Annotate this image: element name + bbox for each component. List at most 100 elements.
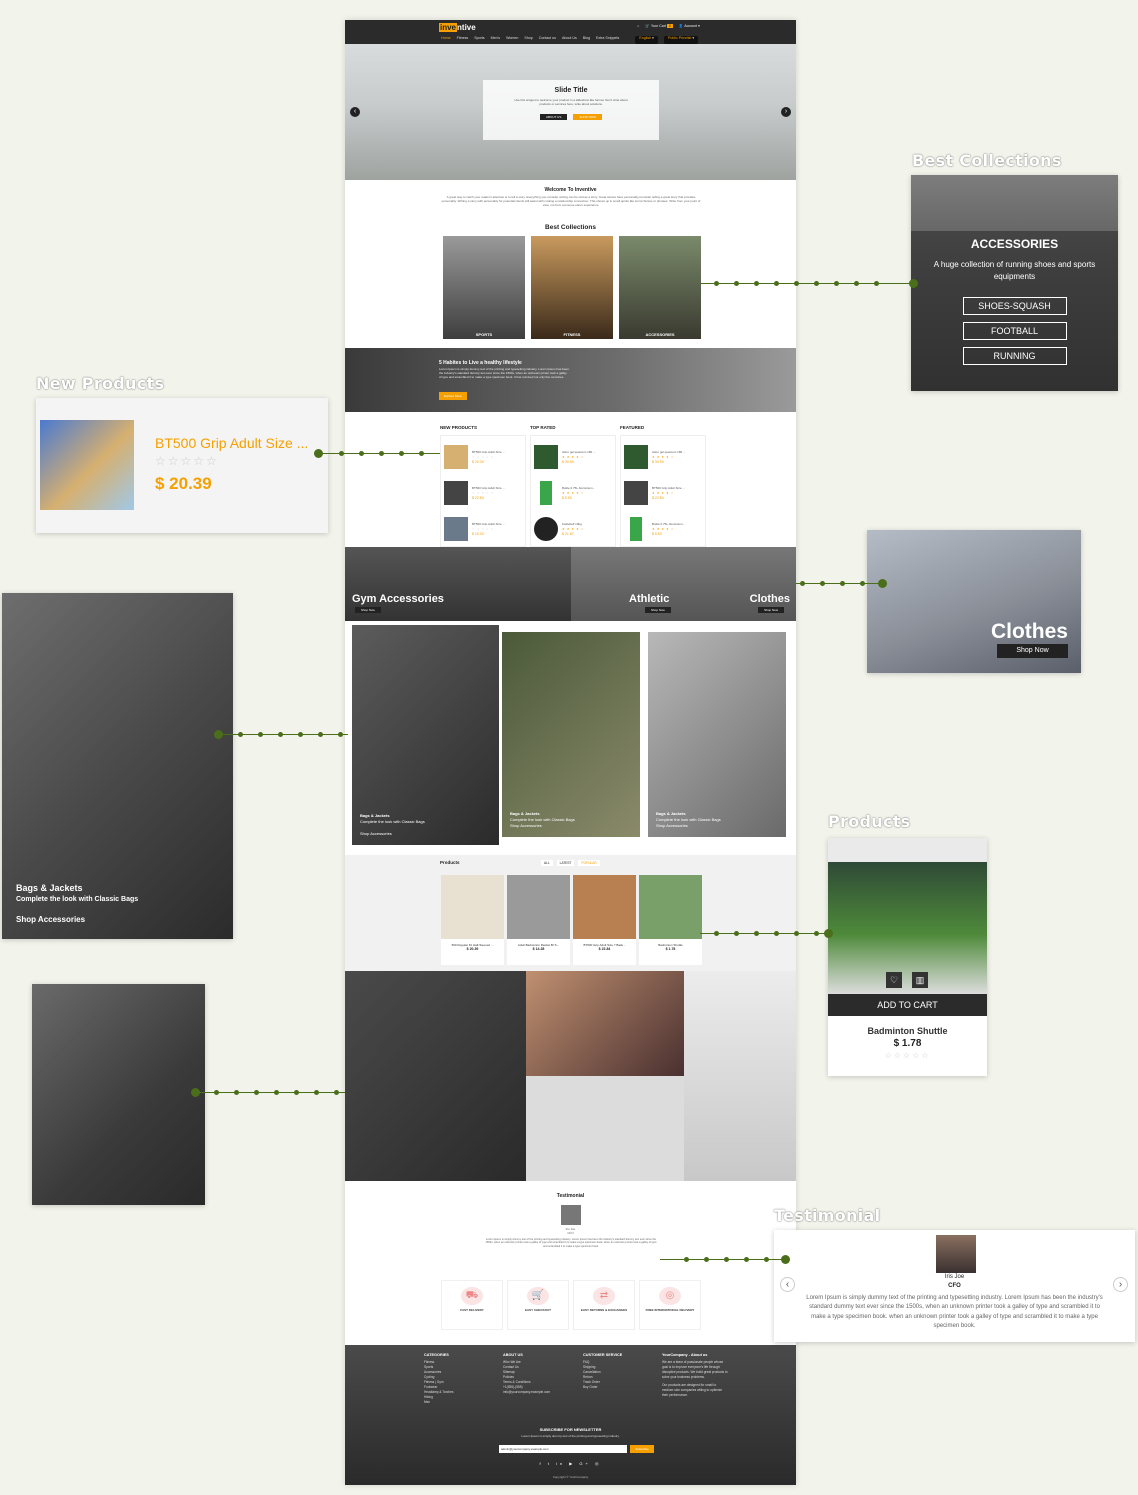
subscribe-button[interactable]: Subscribe — [630, 1445, 654, 1453]
avatar — [936, 1235, 976, 1273]
slide-text: Use this snippet to welcome your product… — [514, 98, 628, 106]
feature-returns: ⇄ EASY RETURNS & EXCHANGES — [573, 1280, 635, 1330]
product-image[interactable] — [40, 420, 134, 510]
nav-item[interactable]: Men's — [491, 36, 500, 44]
new-products-list: NEW PRODUCTS BT500 Grip Adult Size ... ☆☆… — [440, 425, 526, 547]
bags-subtitle: Complete the look with Classic Bags — [16, 896, 139, 903]
clothes-title: Clothes — [990, 620, 1068, 643]
running-button[interactable]: RUNNING — [962, 347, 1067, 365]
explore-more-button[interactable]: Explore More — [439, 392, 467, 400]
callout-clothes[interactable]: Clothes Shop Now — [867, 530, 1081, 673]
header-actions: ⌕ 🛒 Your Cart 0 👤 Account ▾ — [637, 24, 700, 28]
connector-line — [796, 583, 881, 584]
list-item[interactable]: BT500 Grip Adult Size ... ☆☆☆☆☆ $ 15.30 — [444, 511, 522, 547]
newsletter-email-input[interactable]: admin@yourcompany.example.com — [499, 1445, 627, 1453]
nav-item[interactable]: Sports — [474, 36, 484, 44]
list-item[interactable]: Bottle 0.75L Aluminium... ★★★★☆ $ 5.53 — [534, 475, 612, 511]
category-gym-accessories[interactable]: Gym Accessories Shop Now — [345, 547, 571, 621]
list-item[interactable]: Astro gel quantum 180 ... ★★★★☆ $ 30.59 — [534, 439, 612, 475]
slide-title: Slide Title — [554, 87, 588, 94]
list-item[interactable]: Bottle 0.75L Aluminium... ★★★★☆ $ 5.53 — [624, 511, 702, 547]
pricelist-select[interactable]: Public Pricelist ▾ — [663, 36, 699, 44]
connector-line — [700, 933, 830, 934]
testimonial-text: Lorem Ipsum is simply dummy text of the … — [806, 1295, 1103, 1330]
nav-item[interactable]: About Us — [562, 36, 577, 44]
list-item[interactable]: Astro gel quantum 180 ... ★★★★☆ $ 30.59 — [624, 439, 702, 475]
product-name[interactable]: BT500 Grip Adult Size ... — [155, 435, 308, 451]
nav-item[interactable]: Women — [506, 36, 518, 44]
welcome-title: Welcome To Inventive — [544, 187, 597, 193]
collage-image — [345, 971, 526, 1181]
callout-bags[interactable]: Bags & Jackets Complete the look with Cl… — [2, 593, 233, 939]
shoes-squash-button[interactable]: SHOES-SQUASH — [962, 297, 1067, 315]
rating-stars: ☆☆☆☆☆ — [884, 1051, 931, 1060]
add-to-cart-button[interactable]: ADD TO CART — [828, 994, 987, 1016]
product-card[interactable]: BT500 Grip Adult Size 7 Bask... $ 22.84 — [573, 875, 636, 965]
list-item[interactable]: BT500 Grip Adult Size ... ☆☆☆☆☆ $ 22.84 — [444, 475, 522, 511]
nav-item[interactable]: Blog — [583, 36, 590, 44]
language-select[interactable]: English ▾ — [635, 36, 658, 44]
main-menu: Home Fitness Sports Men's Women Shop Con… — [345, 36, 796, 44]
tab-latest[interactable]: LATEST — [556, 860, 575, 866]
testimonial-title: Testimonial — [556, 1193, 585, 1199]
collage-image — [526, 1076, 684, 1181]
collection-fitness[interactable]: FITNESS — [531, 236, 613, 339]
collection-accessories[interactable]: ACCESSORIES — [619, 236, 701, 339]
list-item[interactable]: BT500 Grip Adult Size ... ★★★★☆ $ 22.84 — [624, 475, 702, 511]
shop-now-button[interactable]: SHOP NOW — [573, 114, 602, 120]
connector-line — [700, 283, 915, 284]
product-card[interactable]: Badminton Shuttle $ 1.78 — [639, 875, 702, 965]
collage-image — [684, 971, 796, 1181]
top-navbar: inventive ⌕ 🛒 Your Cart 0 👤 Account ▾ Ho… — [345, 20, 796, 44]
callout-product-card: ♡ ▥ ADD TO CART Badminton Shuttle $ 1.78… — [828, 838, 987, 1076]
nav-item[interactable]: Contact us — [539, 36, 556, 44]
collection-sports[interactable]: SPORTS — [443, 236, 525, 339]
website-preview: inventive ⌕ 🛒 Your Cart 0 👤 Account ▾ Ho… — [345, 20, 796, 1485]
nav-item[interactable]: Home — [441, 36, 451, 44]
about-us-button[interactable]: ABOUT US — [540, 114, 568, 120]
product-card[interactable]: Adult Badminton Racket BI S... $ 14.28 — [507, 875, 570, 965]
bags-card[interactable]: Bags & Jackets Complete the look with Cla… — [502, 632, 640, 837]
prev-arrow-icon[interactable]: ‹ — [780, 1277, 795, 1292]
shop-now-button[interactable]: Shop Now — [997, 644, 1068, 658]
products-tabs: ALL LATEST POPULAR — [541, 860, 600, 866]
slider-prev-button[interactable]: ‹ — [350, 107, 360, 117]
category-athletic-clothes[interactable]: Athletic Shop Now Clothes Shop Now — [571, 547, 796, 621]
callout-label-testimonial: Testimonial — [774, 1206, 881, 1225]
search-icon[interactable]: ⌕ — [637, 24, 639, 28]
next-arrow-icon[interactable]: › — [1113, 1277, 1128, 1292]
wishlist-icon[interactable]: ♡ — [886, 972, 902, 988]
tab-all[interactable]: ALL — [541, 860, 553, 866]
callout-collage-image — [32, 984, 205, 1205]
product-price: $ 1.78 — [893, 1038, 922, 1049]
nav-item[interactable]: Fitness — [457, 36, 469, 44]
callout-label-new-products: New Products — [36, 374, 165, 393]
callout-new-products: BT500 Grip Adult Size ... ☆☆☆☆☆ $ 20.39 — [36, 398, 328, 533]
football-button[interactable]: FOOTBALL — [962, 322, 1067, 340]
account-menu[interactable]: 👤 Account ▾ — [679, 24, 700, 28]
slider-next-button[interactable]: › — [781, 107, 791, 117]
nav-item[interactable]: Extra Snippets — [596, 36, 619, 44]
product-price: $ 20.39 — [155, 474, 212, 493]
product-card[interactable]: 500 Regular Fit Half-Sleeved ... $ 20.39 — [441, 875, 504, 965]
list-item[interactable]: BT500 Grip Adult Size ... ☆☆☆☆☆ $ 20.39 — [444, 439, 522, 475]
list-item[interactable]: Kettlebell 10kg ★★★★☆ $ 21.87 — [534, 511, 612, 547]
nav-item[interactable]: Shop — [524, 36, 532, 44]
shop-accessories-link[interactable]: Shop Accessories — [16, 915, 85, 924]
avatar — [561, 1205, 581, 1225]
top-rated-list: TOP RATED Astro gel quantum 180 ... ★★★★☆… — [530, 425, 616, 547]
tab-popular[interactable]: POPULAR — [578, 860, 600, 866]
bags-card[interactable]: Bags & Jackets Complete the look with Cla… — [352, 625, 499, 845]
site-logo[interactable]: inventive — [439, 23, 476, 32]
welcome-text: A great way to catch your reader's atten… — [441, 195, 701, 207]
cart-link[interactable]: 🛒 Your Cart 0 — [645, 24, 673, 28]
callout-best-collections: ACCESSORIES A huge collection of running… — [911, 175, 1118, 391]
slide-caption: Slide Title Use this snippet to welcome … — [483, 80, 659, 140]
product-name[interactable]: Badminton Shuttle — [828, 1026, 987, 1036]
feature-easy-checkout: 🛒 EASY CHECKOUT — [507, 1280, 569, 1330]
product-image[interactable] — [828, 862, 987, 994]
featured-list: FEATURED Astro gel quantum 180 ... ★★★★☆ $… — [620, 425, 706, 547]
bags-card[interactable]: Bags & Jackets Complete the look with Cla… — [648, 632, 786, 837]
compare-icon[interactable]: ▥ — [912, 972, 928, 988]
social-icons[interactable]: f t in ▶ G+ ◎ — [345, 1461, 796, 1466]
